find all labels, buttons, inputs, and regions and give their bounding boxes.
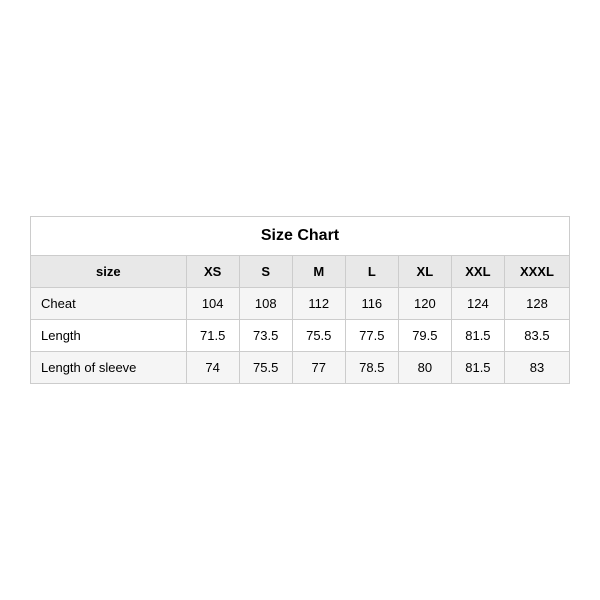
cell-value: 128 bbox=[504, 288, 569, 320]
cell-value: 108 bbox=[239, 288, 292, 320]
cell-value: 77 bbox=[292, 352, 345, 384]
cell-value: 124 bbox=[451, 288, 504, 320]
cell-value: 71.5 bbox=[186, 320, 239, 352]
table-body: Cheat104108112116120124128Length71.573.5… bbox=[31, 288, 570, 384]
row-label: Cheat bbox=[31, 288, 187, 320]
cell-value: 73.5 bbox=[239, 320, 292, 352]
col-header-xl: XL bbox=[398, 256, 451, 288]
col-header-l: L bbox=[345, 256, 398, 288]
cell-value: 75.5 bbox=[239, 352, 292, 384]
cell-value: 77.5 bbox=[345, 320, 398, 352]
cell-value: 74 bbox=[186, 352, 239, 384]
cell-value: 75.5 bbox=[292, 320, 345, 352]
col-header-size: size bbox=[31, 256, 187, 288]
cell-value: 112 bbox=[292, 288, 345, 320]
chart-title: Size Chart bbox=[31, 217, 570, 256]
cell-value: 80 bbox=[398, 352, 451, 384]
cell-value: 104 bbox=[186, 288, 239, 320]
table-row: Cheat104108112116120124128 bbox=[31, 288, 570, 320]
table-row: Length71.573.575.577.579.581.583.5 bbox=[31, 320, 570, 352]
cell-value: 79.5 bbox=[398, 320, 451, 352]
size-chart-table: Size Chart size XS S M L XL XXL XXXL Che… bbox=[30, 216, 570, 384]
col-header-m: M bbox=[292, 256, 345, 288]
row-label: Length bbox=[31, 320, 187, 352]
cell-value: 83.5 bbox=[504, 320, 569, 352]
col-header-s: S bbox=[239, 256, 292, 288]
cell-value: 83 bbox=[504, 352, 569, 384]
header-row: size XS S M L XL XXL XXXL bbox=[31, 256, 570, 288]
cell-value: 81.5 bbox=[451, 352, 504, 384]
cell-value: 116 bbox=[345, 288, 398, 320]
cell-value: 81.5 bbox=[451, 320, 504, 352]
col-header-xxl: XXL bbox=[451, 256, 504, 288]
col-header-xxxl: XXXL bbox=[504, 256, 569, 288]
col-header-xs: XS bbox=[186, 256, 239, 288]
title-row: Size Chart bbox=[31, 217, 570, 256]
cell-value: 120 bbox=[398, 288, 451, 320]
table-row: Length of sleeve7475.57778.58081.583 bbox=[31, 352, 570, 384]
row-label: Length of sleeve bbox=[31, 352, 187, 384]
cell-value: 78.5 bbox=[345, 352, 398, 384]
size-chart-container: Size Chart size XS S M L XL XXL XXXL Che… bbox=[30, 216, 570, 384]
